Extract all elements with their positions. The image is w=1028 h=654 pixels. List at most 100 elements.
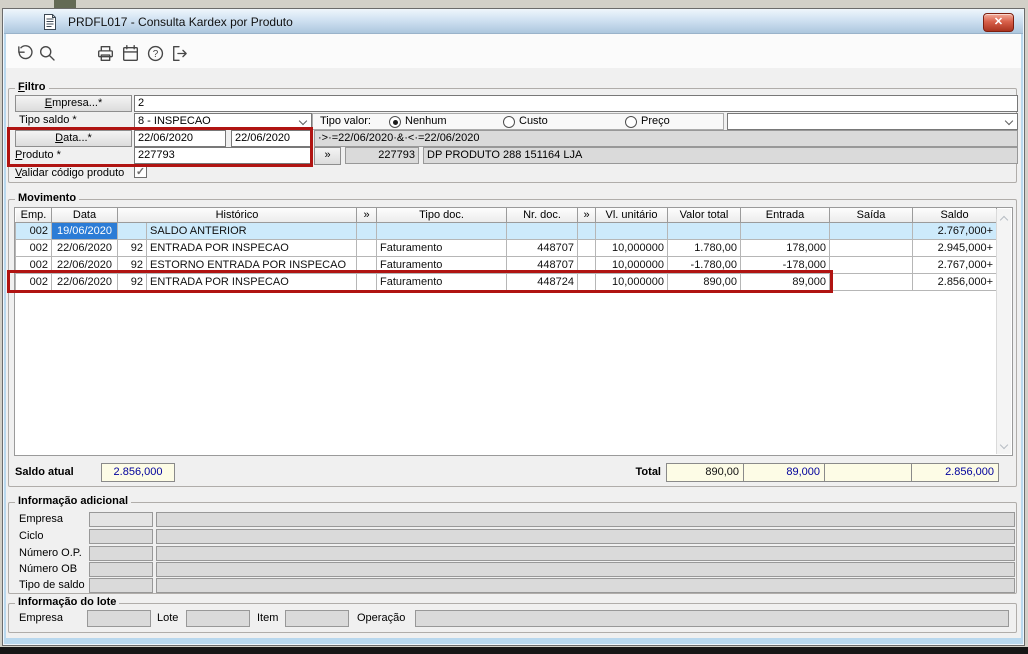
cell-data[interactable]: 22/06/2020: [51, 272, 118, 291]
calendar-button[interactable]: [120, 43, 141, 64]
col-saldo[interactable]: Saldo: [912, 208, 998, 223]
cell-data[interactable]: 22/06/2020: [51, 238, 118, 257]
cell-data[interactable]: 22/06/2020: [51, 255, 118, 274]
table-row[interactable]: 002 19/06/2020 SALDO ANTERIOR 2.767,000+: [15, 221, 998, 240]
cell-emp[interactable]: 002: [15, 238, 52, 257]
data-final-input[interactable]: 22/06/2020: [231, 130, 312, 147]
tipo-valor-combo[interactable]: [727, 113, 1018, 130]
table-row[interactable]: 002 22/06/2020 92 ENTRADA POR INSPECAO F…: [15, 238, 998, 257]
toolbar: ?: [6, 34, 1021, 68]
cell-cod[interactable]: 92: [117, 255, 147, 274]
col-expand-1[interactable]: »: [356, 208, 378, 223]
print-button[interactable]: [95, 43, 116, 64]
cell-cod[interactable]: 92: [117, 272, 147, 291]
col-emp[interactable]: Emp.: [15, 208, 52, 223]
cell-vl-unitario[interactable]: 10,000000: [595, 238, 669, 257]
cell-valor-total[interactable]: -1.780,00: [667, 255, 742, 274]
cell-tipo-doc[interactable]: Faturamento: [376, 255, 508, 274]
empresa-button[interactable]: Empresa...*: [15, 95, 132, 112]
undo-button[interactable]: [14, 43, 35, 64]
exit-button[interactable]: [169, 43, 190, 64]
cell-expand[interactable]: [356, 255, 378, 274]
cell-data-selected[interactable]: 19/06/2020: [51, 221, 118, 240]
col-nr-doc[interactable]: Nr. doc.: [506, 208, 579, 223]
data-button[interactable]: Data...*: [15, 130, 132, 147]
cell-saldo[interactable]: 2.767,000+: [912, 221, 998, 240]
info-lote-legend: Informação do lote: [15, 596, 120, 608]
cell-cod[interactable]: [117, 221, 147, 240]
col-vl-unitario[interactable]: Vl. unitário: [595, 208, 669, 223]
cell-expand[interactable]: [577, 272, 597, 291]
cell-tipo-doc[interactable]: [376, 221, 508, 240]
cell-vl-unitario[interactable]: 10,000000: [595, 272, 669, 291]
cell-saldo[interactable]: 2.856,000+: [912, 272, 998, 291]
cell-nr-doc[interactable]: 448707: [506, 238, 579, 257]
cell-expand[interactable]: [577, 238, 597, 257]
cell-emp[interactable]: 002: [15, 255, 52, 274]
cell-saida[interactable]: [829, 255, 914, 274]
table-row[interactable]: 002 22/06/2020 92 ESTORNO ENTRADA POR IN…: [15, 255, 998, 274]
cell-historico[interactable]: ENTRADA POR INSPECAO: [145, 272, 358, 291]
search-button[interactable]: [37, 43, 58, 64]
cell-emp[interactable]: 002: [15, 272, 52, 291]
cell-valor-total[interactable]: 1.780,00: [667, 238, 742, 257]
cell-expand[interactable]: [577, 255, 597, 274]
col-valor-total[interactable]: Valor total: [667, 208, 742, 223]
help-button[interactable]: ?: [145, 43, 166, 64]
cell-saldo[interactable]: 2.767,000+: [912, 255, 998, 274]
col-entrada[interactable]: Entrada: [740, 208, 831, 223]
titlebar[interactable]: PRDFL017 - Consulta Kardex por Produto ✕: [4, 10, 1023, 34]
cell-expand[interactable]: [356, 272, 378, 291]
cell-valor-total[interactable]: 890,00: [667, 272, 742, 291]
data-inicial-input[interactable]: 22/06/2020: [134, 130, 226, 147]
table-row-highlighted[interactable]: 002 22/06/2020 92 ENTRADA POR INSPECAO F…: [15, 272, 998, 291]
validar-codigo-checkbox[interactable]: ✓: [134, 165, 147, 178]
cell-historico[interactable]: ESTORNO ENTRADA POR INSPECAO: [145, 255, 358, 274]
cell-entrada[interactable]: [740, 221, 831, 240]
info-ciclo-codigo: [89, 529, 153, 544]
col-tipo-doc[interactable]: Tipo doc.: [376, 208, 508, 223]
lote-item-label: Item: [257, 612, 279, 624]
radio-custo[interactable]: [503, 116, 515, 128]
cell-historico[interactable]: ENTRADA POR INSPECAO: [145, 238, 358, 257]
cell-vl-unitario[interactable]: [595, 221, 669, 240]
scroll-up-icon[interactable]: [999, 215, 1009, 225]
cell-tipo-doc[interactable]: Faturamento: [376, 272, 508, 291]
produto-lookup-button[interactable]: »: [314, 147, 341, 165]
cell-historico[interactable]: SALDO ANTERIOR: [145, 221, 358, 240]
cell-saida[interactable]: [829, 272, 914, 291]
empresa-input[interactable]: 2: [134, 95, 1018, 112]
col-saida[interactable]: Saída: [829, 208, 914, 223]
info-tipo-saldo-descricao: [156, 578, 1015, 593]
cell-nr-doc[interactable]: 448724: [506, 272, 579, 291]
produto-input[interactable]: 227793: [134, 147, 312, 164]
cell-tipo-doc[interactable]: Faturamento: [376, 238, 508, 257]
cell-entrada[interactable]: 178,000: [740, 238, 831, 257]
cell-nr-doc[interactable]: [506, 221, 579, 240]
lote-lote-field: [186, 610, 250, 627]
col-data[interactable]: Data: [51, 208, 118, 223]
cell-expand[interactable]: [356, 238, 378, 257]
col-historico[interactable]: Histórico: [116, 208, 358, 223]
cell-saida[interactable]: [829, 221, 914, 240]
cell-valor-total[interactable]: [667, 221, 742, 240]
scroll-down-icon[interactable]: [999, 440, 1009, 450]
cell-expand[interactable]: [577, 221, 597, 240]
radio-preco[interactable]: [625, 116, 637, 128]
cell-emp[interactable]: 002: [15, 221, 52, 240]
cell-saldo[interactable]: 2.945,000+: [912, 238, 998, 257]
cell-cod[interactable]: 92: [117, 238, 147, 257]
cell-expand[interactable]: [356, 221, 378, 240]
vertical-scrollbar[interactable]: [996, 209, 1011, 454]
cell-entrada[interactable]: 89,000: [740, 272, 831, 291]
cell-vl-unitario[interactable]: 10,000000: [595, 255, 669, 274]
cell-nr-doc[interactable]: 448707: [506, 255, 579, 274]
tipo-saldo-combo[interactable]: 8 - INSPECAO: [134, 113, 312, 130]
radio-nenhum[interactable]: [389, 116, 401, 128]
col-expand-2[interactable]: »: [577, 208, 597, 223]
cell-entrada[interactable]: -178,000: [740, 255, 831, 274]
close-button[interactable]: ✕: [983, 13, 1014, 32]
cell-saida[interactable]: [829, 238, 914, 257]
info-lote-group: Informação do lote Empresa Lote Item Ope…: [8, 596, 1017, 633]
info-tipo-saldo-codigo: [89, 578, 153, 593]
